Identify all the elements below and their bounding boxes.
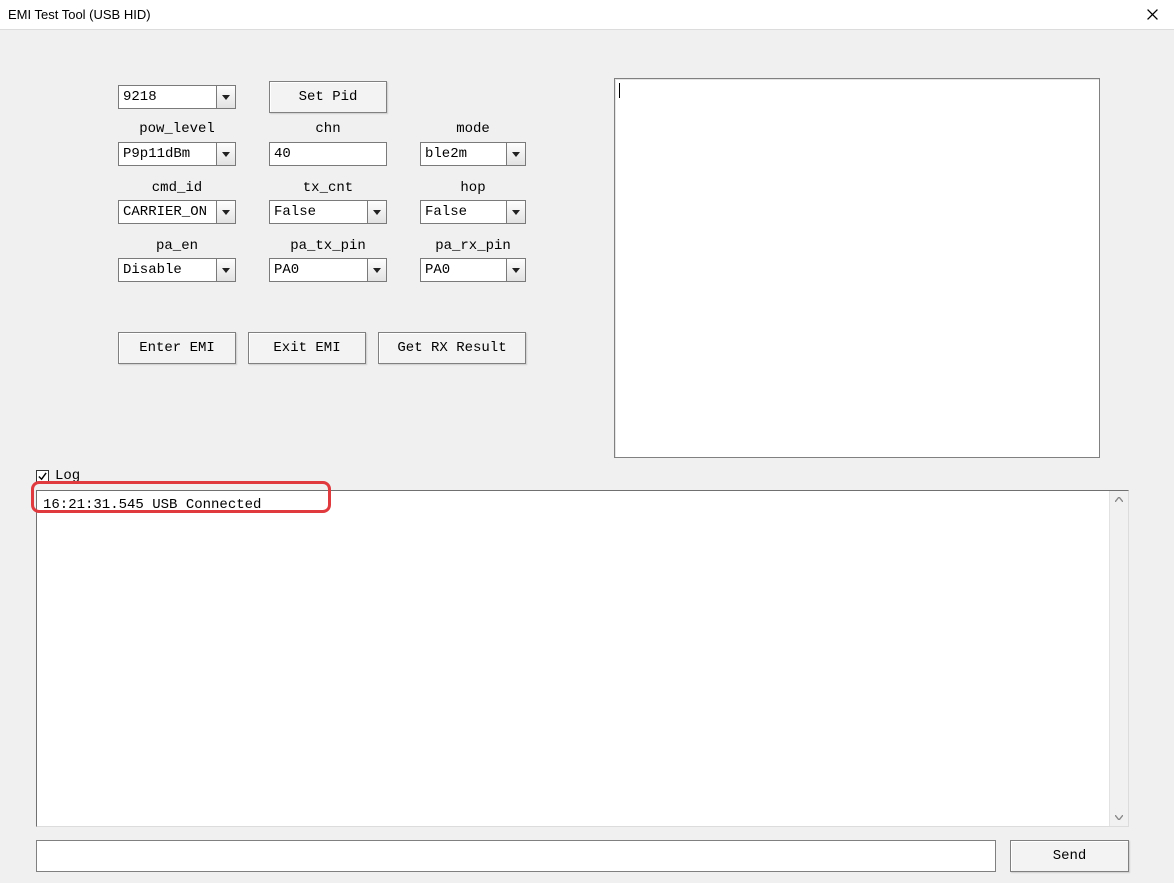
hop-combo[interactable]: False [420, 200, 526, 224]
log-checkbox-row: Log [36, 468, 80, 484]
scroll-up-button[interactable] [1110, 491, 1128, 508]
chevron-down-icon [373, 268, 381, 273]
tx-cnt-combo[interactable]: False [269, 200, 387, 224]
mode-dropdown[interactable] [506, 143, 525, 165]
chevron-down-icon [512, 152, 520, 157]
window-title: EMI Test Tool (USB HID) [8, 7, 151, 22]
cmd-id-dropdown[interactable] [216, 201, 235, 223]
log-checkbox[interactable] [36, 470, 49, 483]
chevron-down-icon [222, 152, 230, 157]
pid-combo-dropdown[interactable] [216, 86, 235, 108]
log-scrollbar[interactable] [1109, 491, 1128, 826]
hop-label: hop [420, 180, 526, 196]
pa-tx-pin-label: pa_tx_pin [269, 238, 387, 254]
pa-rx-pin-dropdown[interactable] [506, 259, 525, 281]
chevron-down-icon [222, 210, 230, 215]
cmd-id-combo[interactable]: CARRIER_ON [118, 200, 236, 224]
chevron-down-icon [222, 268, 230, 273]
chn-input[interactable]: 40 [269, 142, 387, 166]
get-rx-result-button[interactable]: Get RX Result [378, 332, 526, 364]
pa-en-label: pa_en [118, 238, 236, 254]
client-area: 9218 Set Pid pow_level chn mode P9p11dBm… [0, 30, 1174, 883]
hop-dropdown[interactable] [506, 201, 525, 223]
pow-level-combo[interactable]: P9p11dBm [118, 142, 236, 166]
chevron-down-icon [512, 268, 520, 273]
chevron-down-icon [512, 210, 520, 215]
scroll-down-button[interactable] [1110, 809, 1128, 826]
enter-emi-button[interactable]: Enter EMI [118, 332, 236, 364]
pa-tx-pin-dropdown[interactable] [367, 259, 386, 281]
pa-en-combo[interactable]: Disable [118, 258, 236, 282]
chevron-down-icon [1115, 815, 1123, 820]
pa-en-dropdown[interactable] [216, 259, 235, 281]
log-checkbox-label: Log [55, 468, 80, 484]
close-icon [1147, 9, 1158, 20]
tx-cnt-dropdown[interactable] [367, 201, 386, 223]
chevron-down-icon [373, 210, 381, 215]
pa-rx-pin-label: pa_rx_pin [420, 238, 526, 254]
pid-combo-value: 9218 [119, 86, 216, 108]
output-textarea[interactable] [614, 78, 1100, 458]
pa-rx-pin-combo[interactable]: PA0 [420, 258, 526, 282]
log-textarea[interactable]: 16:21:31.545 USB Connected [36, 490, 1129, 827]
set-pid-button[interactable]: Set Pid [269, 81, 387, 113]
send-button[interactable]: Send [1010, 840, 1129, 872]
pa-tx-pin-combo[interactable]: PA0 [269, 258, 387, 282]
pid-combo[interactable]: 9218 [118, 85, 236, 109]
tx-cnt-label: tx_cnt [269, 180, 387, 196]
log-entry: 16:21:31.545 USB Connected [43, 497, 261, 513]
titlebar: EMI Test Tool (USB HID) [0, 0, 1174, 30]
chevron-down-icon [222, 95, 230, 100]
text-caret [619, 83, 620, 98]
close-button[interactable] [1130, 0, 1174, 29]
chn-label: chn [269, 121, 387, 137]
exit-emi-button[interactable]: Exit EMI [248, 332, 366, 364]
chevron-up-icon [1115, 497, 1123, 502]
log-content: 16:21:31.545 USB Connected [37, 491, 1109, 826]
mode-combo[interactable]: ble2m [420, 142, 526, 166]
pow-level-label: pow_level [118, 121, 236, 137]
send-input[interactable] [36, 840, 996, 872]
checkmark-icon [38, 472, 47, 481]
pow-level-dropdown[interactable] [216, 143, 235, 165]
mode-label: mode [420, 121, 526, 137]
cmd-id-label: cmd_id [118, 180, 236, 196]
